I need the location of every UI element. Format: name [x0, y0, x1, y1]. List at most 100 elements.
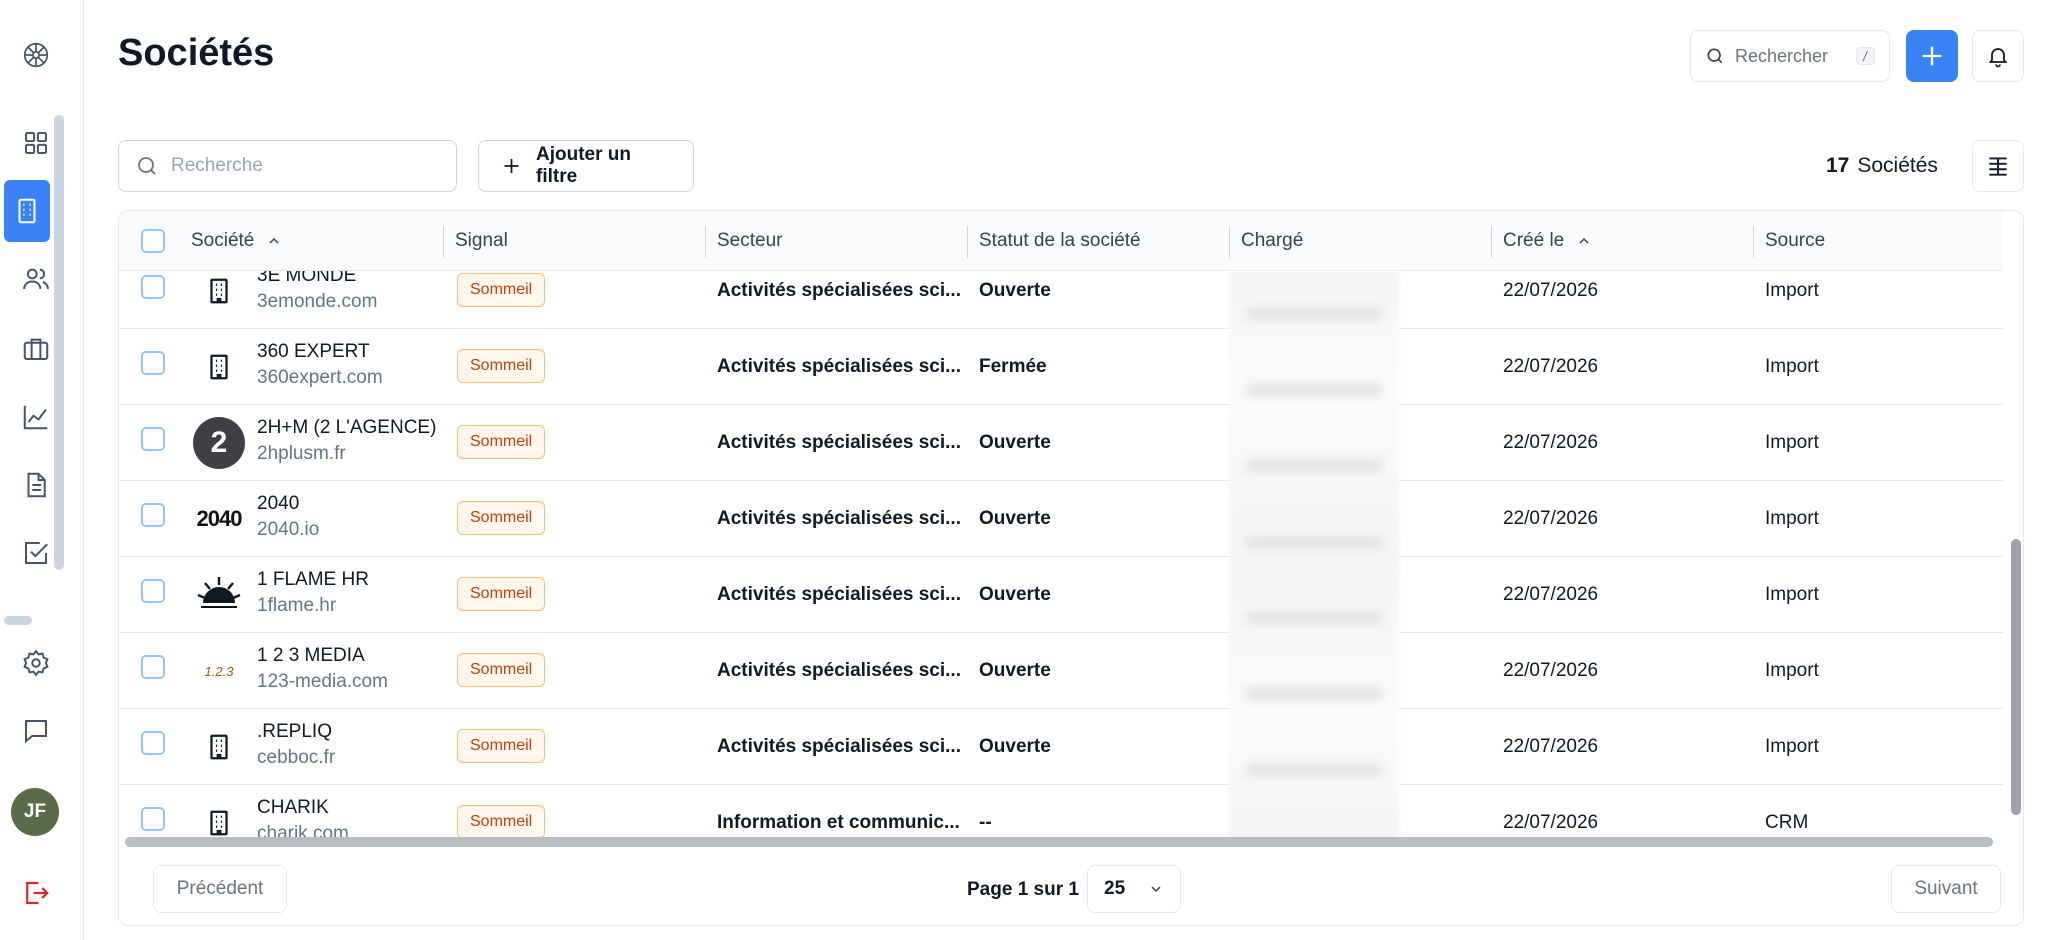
column-header-company[interactable]: Société: [179, 211, 441, 271]
sidebar: JF: [0, 0, 84, 940]
column-separator[interactable]: [705, 226, 706, 258]
row-checkbox[interactable]: [141, 731, 165, 755]
chart-icon[interactable]: [17, 398, 55, 436]
search-input[interactable]: [171, 155, 440, 177]
companies-icon[interactable]: [4, 180, 50, 242]
company-name[interactable]: 2H+M (2 L'AGENCE): [257, 415, 436, 441]
column-header-owner[interactable]: Chargé: [1229, 211, 1491, 271]
row-checkbox[interactable]: [141, 351, 165, 375]
company-name[interactable]: 3E MONDE: [257, 271, 377, 289]
created-date-cell: 22/07/2026: [1503, 508, 1599, 529]
column-header-signal[interactable]: Signal: [443, 211, 705, 271]
company-domain[interactable]: 360expert.com: [257, 365, 383, 391]
company-logo: 2: [193, 417, 245, 469]
document-icon[interactable]: [17, 466, 55, 504]
chat-icon[interactable]: [17, 712, 55, 750]
company-cell[interactable]: 3E MONDE 3emonde.com: [257, 271, 377, 315]
global-search-button[interactable]: Rechercher /: [1690, 30, 1890, 82]
company-domain[interactable]: 3emonde.com: [257, 289, 377, 315]
company-cell[interactable]: 360 EXPERT 360expert.com: [257, 339, 383, 391]
table-vertical-scrollbar[interactable]: [2011, 539, 2021, 815]
previous-page-button[interactable]: Précédent: [153, 865, 287, 913]
row-select-cell: [141, 633, 165, 709]
row-checkbox[interactable]: [141, 579, 165, 603]
row-checkbox[interactable]: [141, 807, 165, 831]
row-checkbox[interactable]: [141, 275, 165, 299]
sidebar-scrollbar[interactable]: [54, 115, 64, 570]
company-name[interactable]: 360 EXPERT: [257, 339, 383, 365]
status-cell: Ouverte: [979, 584, 1051, 605]
column-header-status[interactable]: Statut de la société: [967, 211, 1229, 271]
tasks-icon[interactable]: [17, 534, 55, 572]
company-cell[interactable]: 2040 2040.io: [257, 491, 319, 543]
company-cell[interactable]: .REPLIQ cebboc.fr: [257, 719, 335, 771]
view-toggle-button[interactable]: [1972, 140, 2024, 192]
row-select-cell: [141, 709, 165, 785]
company-name[interactable]: 1 2 3 MEDIA: [257, 643, 388, 669]
company-name[interactable]: 1 FLAME HR: [257, 567, 369, 593]
column-separator[interactable]: [1491, 226, 1492, 258]
sort-asc-icon: [269, 237, 279, 244]
next-page-button[interactable]: Suivant: [1891, 865, 2001, 913]
company-name[interactable]: CHARIK: [257, 795, 349, 821]
column-separator[interactable]: [1753, 226, 1754, 258]
company-cell[interactable]: 1 2 3 MEDIA 123-media.com: [257, 643, 388, 695]
company-name[interactable]: 2040: [257, 491, 319, 517]
company-domain[interactable]: 2hplusm.fr: [257, 441, 436, 467]
company-name[interactable]: .REPLIQ: [257, 719, 335, 745]
column-header-sector[interactable]: Secteur: [705, 211, 967, 271]
briefcase-icon[interactable]: [17, 330, 55, 368]
add-filter-button[interactable]: Ajouter un filtre: [478, 140, 694, 192]
table-row[interactable]: 360 EXPERT 360expert.com Sommeil Activités …: [119, 329, 2003, 405]
company-domain[interactable]: 123-media.com: [257, 669, 388, 695]
column-header-source[interactable]: Source: [1753, 211, 2003, 271]
logout-icon[interactable]: [17, 874, 55, 912]
signal-badge: Sommeil: [457, 653, 546, 687]
signal-badge: Sommeil: [457, 729, 546, 763]
created-date-cell: 22/07/2026: [1503, 584, 1599, 605]
column-separator[interactable]: [967, 226, 968, 258]
table-row[interactable]: 3E MONDE 3emonde.com Sommeil Activités spéc…: [119, 271, 2003, 329]
created-date-cell: 22/07/2026: [1503, 660, 1599, 681]
search-icon: [1707, 48, 1723, 64]
page-size-select[interactable]: 25: [1087, 865, 1181, 913]
status-cell: --: [979, 812, 992, 833]
add-button[interactable]: [1906, 30, 1958, 82]
company-domain[interactable]: 1flame.hr: [257, 593, 369, 619]
select-all-checkbox[interactable]: [141, 229, 165, 253]
table-row[interactable]: 2 2H+M (2 L'AGENCE) 2hplusm.fr Sommeil Activ…: [119, 405, 2003, 481]
logo-icon[interactable]: [17, 36, 55, 74]
table-row[interactable]: 1.2.3 1 2 3 MEDIA 123-media.com Sommeil Acti…: [119, 633, 2003, 709]
table-row[interactable]: .REPLIQ cebboc.fr Sommeil Activités spécial…: [119, 709, 2003, 785]
company-cell[interactable]: 2H+M (2 L'AGENCE) 2hplusm.fr: [257, 415, 436, 467]
table-row[interactable]: CHARIK charik.com Sommeil Information et co…: [119, 785, 2003, 841]
row-checkbox[interactable]: [141, 427, 165, 451]
avatar[interactable]: JF: [11, 788, 59, 836]
source-cell: Import: [1765, 356, 1819, 377]
row-checkbox[interactable]: [141, 503, 165, 527]
company-domain[interactable]: 2040.io: [257, 517, 319, 543]
contacts-icon[interactable]: [17, 260, 55, 298]
column-header-created[interactable]: Créé le: [1491, 211, 1753, 271]
table-row[interactable]: 1 FLAME HR 1flame.hr Sommeil Activités spéc…: [119, 557, 2003, 633]
sector-cell: Activités spécialisées sci...: [717, 432, 961, 453]
sidebar-horizontal-scrollbar[interactable]: [4, 616, 32, 625]
company-cell[interactable]: 1 FLAME HR 1flame.hr: [257, 567, 369, 619]
dashboard-icon[interactable]: [17, 124, 55, 162]
company-cell[interactable]: CHARIK charik.com: [257, 795, 349, 841]
row-select-cell: [141, 271, 165, 329]
avatar-initials: JF: [23, 801, 47, 822]
notifications-button[interactable]: [1972, 30, 2024, 82]
column-separator[interactable]: [443, 226, 444, 258]
settings-icon[interactable]: [17, 644, 55, 682]
table-row[interactable]: 2040 2040 2040.io Sommeil Activités spéciali…: [119, 481, 2003, 557]
search-shortcut-key: /: [1855, 47, 1875, 65]
company-domain[interactable]: cebboc.fr: [257, 745, 335, 771]
row-checkbox[interactable]: [141, 655, 165, 679]
status-cell: Fermée: [979, 356, 1047, 377]
search-icon: [138, 157, 156, 175]
table-horizontal-scrollbar[interactable]: [125, 837, 1993, 847]
redacted-value: [1245, 611, 1383, 625]
signal-badge: Sommeil: [457, 425, 546, 459]
column-separator[interactable]: [1229, 226, 1230, 258]
